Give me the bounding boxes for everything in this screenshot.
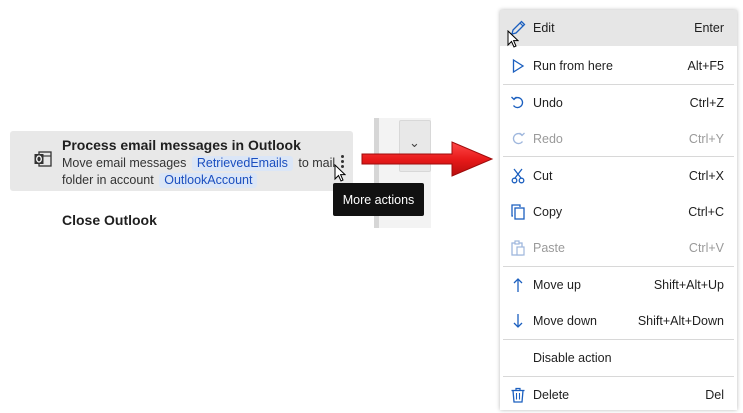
menu-item-cut[interactable]: Cut Ctrl+X xyxy=(500,158,737,194)
action-description: Move email messages RetrievedEmails to m… xyxy=(62,155,342,189)
menu-item-disable-action[interactable]: Disable action xyxy=(500,340,737,376)
menu-separator xyxy=(503,156,734,157)
redo-icon xyxy=(512,132,525,145)
menu-item-paste[interactable]: Paste Ctrl+V xyxy=(500,230,737,266)
menu-item-redo[interactable]: Redo Ctrl+Y xyxy=(500,121,737,157)
mouse-cursor-icon xyxy=(507,30,519,48)
trash-icon xyxy=(511,387,525,403)
more-actions-tooltip: More actions xyxy=(333,183,424,216)
menu-item-undo[interactable]: Undo Ctrl+Z xyxy=(500,85,737,121)
menu-item-edit[interactable]: Edit Enter xyxy=(500,10,737,46)
menu-item-move-up[interactable]: Move up Shift+Alt+Up xyxy=(500,267,737,303)
outlook-icon xyxy=(34,151,52,167)
action-card-process-email[interactable]: Process email messages in Outlook Move e… xyxy=(10,131,353,191)
arrow-up-icon xyxy=(513,278,523,292)
undo-icon xyxy=(511,96,524,109)
menu-item-copy[interactable]: Copy Ctrl+C xyxy=(500,194,737,230)
action-title-close-outlook[interactable]: Close Outlook xyxy=(62,212,157,228)
mouse-cursor-icon xyxy=(334,164,346,182)
red-arrow-icon xyxy=(361,141,494,177)
variable-token-outlook-account[interactable]: OutlookAccount xyxy=(159,173,258,188)
paste-icon xyxy=(511,240,525,256)
menu-item-delete[interactable]: Delete Del xyxy=(500,377,737,413)
play-icon xyxy=(512,58,525,74)
variable-token-retrieved-emails[interactable]: RetrievedEmails xyxy=(191,156,293,171)
copy-icon xyxy=(511,204,525,220)
menu-item-move-down[interactable]: Move down Shift+Alt+Down xyxy=(500,303,737,339)
scissors-icon xyxy=(511,168,525,184)
desc-text-1: Move email messages xyxy=(62,156,187,170)
context-menu: Edit Enter Run from here Alt+F5 Undo Ctr… xyxy=(500,10,737,410)
menu-item-run-from-here[interactable]: Run from here Alt+F5 xyxy=(500,48,737,84)
arrow-down-icon xyxy=(513,314,523,328)
action-title: Process email messages in Outlook xyxy=(62,137,301,153)
